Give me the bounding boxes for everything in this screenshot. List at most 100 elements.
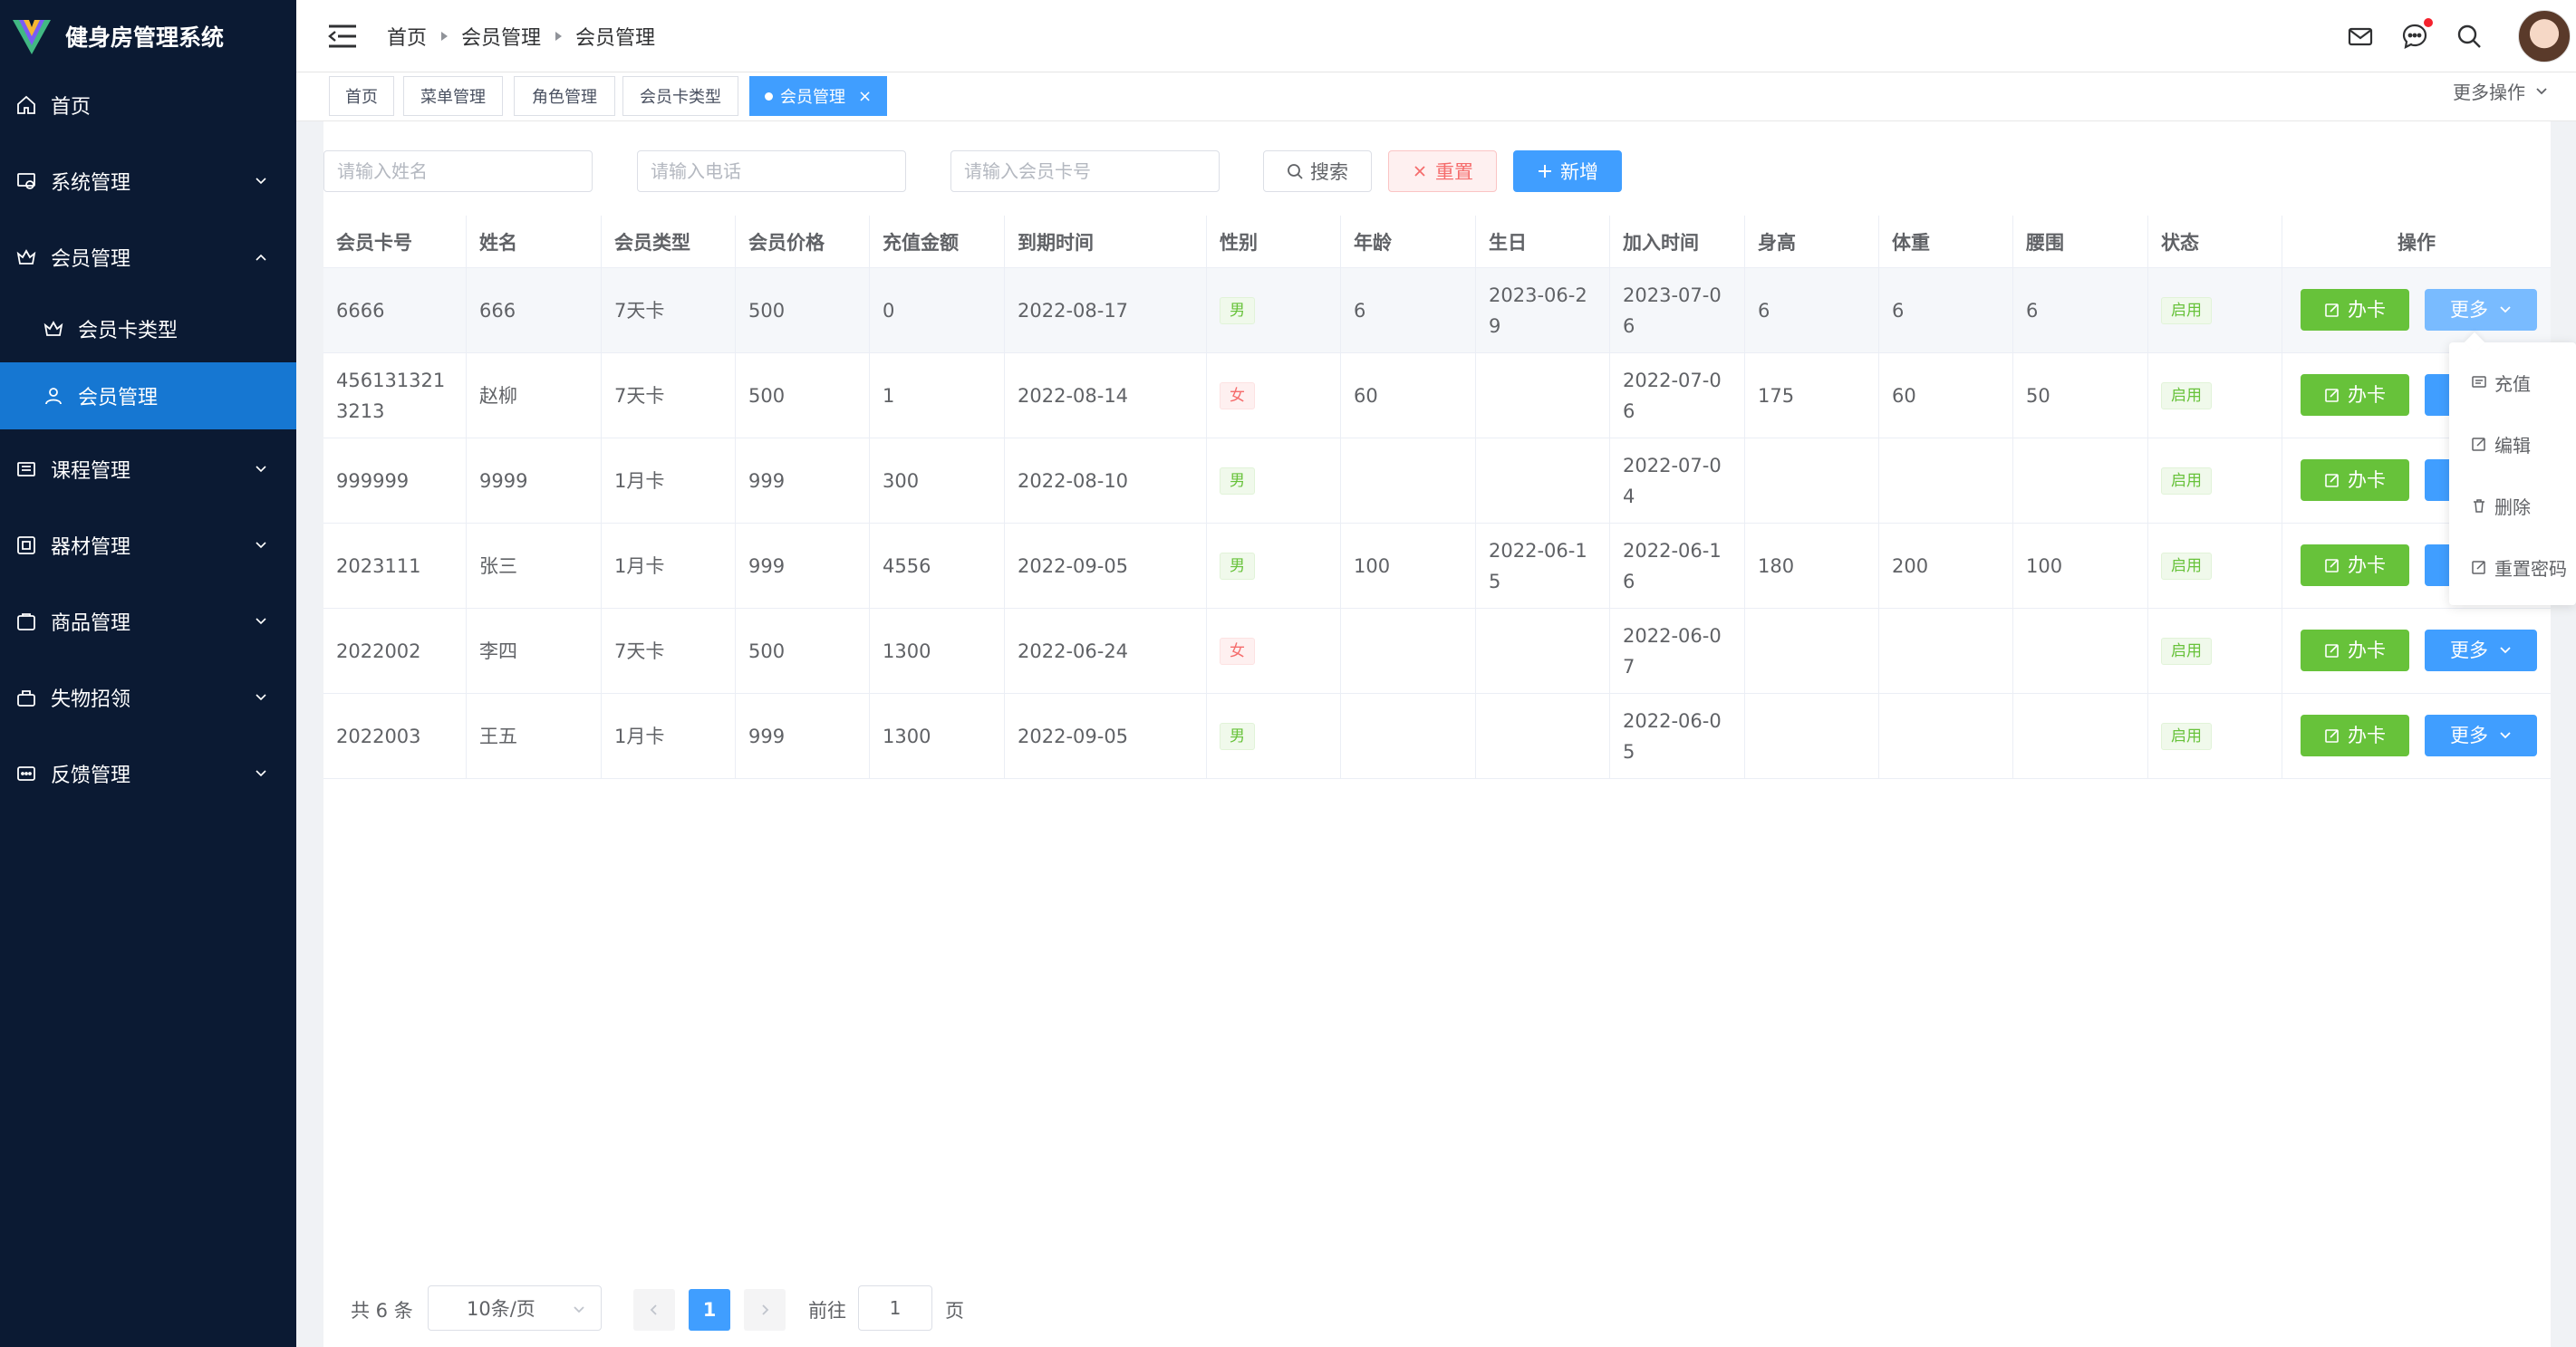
sidebar-item-label: 课程管理 [51,460,131,483]
table-cell: 2022-07-04 [1610,438,1745,524]
mail-icon[interactable] [2346,22,2375,51]
more-button[interactable]: 更多 [2425,630,2537,671]
page-size-select[interactable]: 10条/页 [428,1285,602,1331]
sidebar-item-feedback[interactable]: 反馈管理 [0,736,296,812]
close-icon[interactable]: × [858,87,872,106]
sidebar-item-home[interactable]: 首页 [0,67,296,143]
sidebar-item-member-manage[interactable]: 会员管理 [0,362,296,429]
sidebar-item-goods[interactable]: 商品管理 [0,583,296,659]
issue-card-button[interactable]: 办卡 [2301,544,2409,586]
column-header: 腰围 [2013,216,2148,268]
cell-text: 2022002 [336,640,421,662]
cell-text: 2023111 [336,555,421,577]
goto-page-input[interactable] [858,1285,932,1331]
issue-card-button[interactable]: 办卡 [2301,289,2409,331]
breadcrumb-item: 会员管理 [575,26,656,50]
sidebar-item-label: 反馈管理 [51,765,131,787]
cell-text: 2022-06-05 [1623,710,1722,763]
equipment-icon [14,534,38,557]
issue-card-button[interactable]: 办卡 [2301,630,2409,671]
table-cell: 1月卡 [602,694,736,779]
sidebar-item-course[interactable]: 课程管理 [0,431,296,507]
avatar[interactable] [2518,10,2571,63]
table-row: 999999 9999 1月卡 999 300 2022-08-10 男 2022-07-04… [323,438,2551,524]
table-cell: 启用 [2148,268,2282,353]
issue-card-button[interactable]: 办卡 [2301,374,2409,416]
column-header: 会员类型 [602,216,736,268]
status-badge: 启用 [2161,297,2212,324]
table-cell: 100 [2013,524,2148,609]
table-cell: 50 [2013,353,2148,438]
actions-cell: 办卡更多 [2282,694,2551,779]
table-cell [1745,694,1879,779]
more-button[interactable]: 更多 [2425,715,2537,756]
table-cell [1476,438,1610,524]
cell-text: 9999 [479,470,528,492]
dropdown-item-edit[interactable]: 编辑 [2449,413,2576,475]
more-operations[interactable]: 更多操作 [2453,78,2549,104]
table-panel: 搜索 重置 新增 会员卡号 姓名 会员类型 会员价格 充值金额 到期时间 性别 … [323,121,2551,1347]
breadcrumb-item[interactable]: 会员管理 [461,22,541,51]
prev-page-button[interactable] [633,1289,675,1331]
menu-fold-icon[interactable] [327,24,358,49]
breadcrumb-item[interactable]: 首页 [387,22,427,51]
table-cell [1341,438,1476,524]
gender-tag: 女 [1220,638,1255,665]
table-cell: 60 [1341,353,1476,438]
card-search-input[interactable] [950,150,1220,192]
recharge-icon [2472,376,2486,388]
sidebar-item-member[interactable]: 会员管理 [0,219,296,295]
message-icon[interactable] [2400,18,2433,51]
dropdown-item-reset-password[interactable]: 重置密码 [2449,536,2576,598]
sidebar-item-label: 首页 [51,96,92,119]
name-search-input[interactable] [323,150,593,192]
tag-menu[interactable]: 菜单管理 [403,76,503,116]
chevron-right-icon [762,1304,769,1315]
search-icon [1288,164,1303,179]
search-button[interactable]: 搜索 [1263,150,1372,192]
table-cell: 2023-07-06 [1610,268,1745,353]
chevron-down-icon [256,694,266,701]
active-dot [764,91,773,101]
reset-button[interactable]: 重置 [1388,150,1497,192]
cell-text: 4561313213213 [336,370,446,422]
cell-text: 50 [2026,385,2050,407]
dropdown-item-recharge[interactable]: 充值 [2449,351,2576,413]
sidebar-item-label: 会员管理 [78,387,159,409]
tag-member[interactable]: 会员管理 × [749,76,887,116]
phone-search-input[interactable] [637,150,906,192]
lost-found-icon [14,686,38,709]
dropdown-item-delete[interactable]: 删除 [2449,475,2576,536]
home-icon [14,93,38,117]
tag-role[interactable]: 角色管理 [514,76,615,116]
next-page-button[interactable] [744,1289,786,1331]
sidebar-item-system[interactable]: 系统管理 [0,143,296,219]
tag-home[interactable]: 首页 [329,76,394,116]
table-cell: 999 [736,438,870,524]
cell-text: 60 [1354,385,1378,407]
add-button[interactable]: 新增 [1513,150,1622,192]
chevron-down-icon [256,770,266,777]
more-button[interactable]: 更多 [2425,289,2537,331]
page-number[interactable]: 1 [689,1289,730,1331]
issue-card-button[interactable]: 办卡 [2301,715,2409,756]
table-cell [2013,609,2148,694]
chevron-down-icon [2500,647,2511,654]
table-cell [1745,609,1879,694]
cell-text: 999 [748,470,786,492]
sidebar-item-equipment[interactable]: 器材管理 [0,507,296,583]
breadcrumb: 首页 会员管理 会员管理 [387,22,655,51]
table-cell: 999999 [323,438,467,524]
issue-card-button[interactable]: 办卡 [2301,459,2409,501]
sidebar-item-card-type[interactable]: 会员卡类型 [0,295,296,362]
column-header: 性别 [1207,216,1341,268]
search-icon[interactable] [2455,22,2484,51]
tag-card-type[interactable]: 会员卡类型 [622,76,738,116]
table-cell: 2022-06-07 [1610,609,1745,694]
sidebar-item-lost-found[interactable]: 失物招领 [0,659,296,736]
cell-text: 1300 [883,726,931,747]
table-cell: 0 [870,268,1005,353]
chevron-down-icon [2500,306,2511,313]
table-cell: 1300 [870,609,1005,694]
table-cell: 6666 [323,268,467,353]
